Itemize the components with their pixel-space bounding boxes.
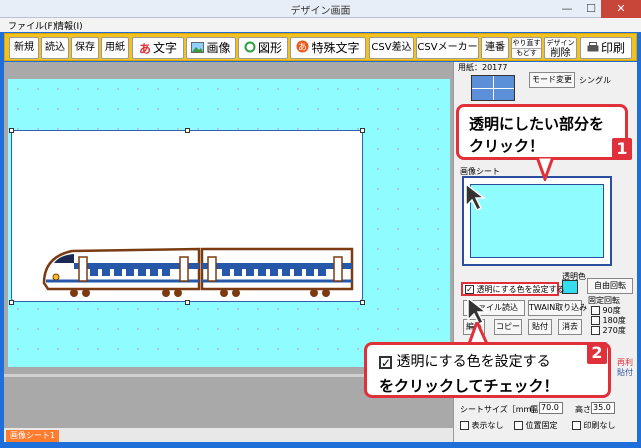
redo-label: やり直す — [512, 39, 541, 47]
maximize-button[interactable]: ☐ — [579, 0, 603, 18]
resize-handle[interactable] — [185, 300, 190, 305]
partial-button-reuse[interactable]: 再利 — [617, 358, 633, 368]
resize-handle[interactable] — [360, 300, 365, 305]
callout-1-line2: クリック！ — [469, 137, 545, 155]
resize-handle[interactable] — [9, 300, 14, 305]
save-button[interactable]: 保存 — [71, 37, 99, 59]
menu-file[interactable]: ファイル(F) — [8, 19, 56, 32]
checkmark-icon: ✓ — [379, 355, 392, 370]
pos-fixed-label: 位置固定 — [525, 421, 558, 430]
close-button[interactable]: ✕ — [601, 0, 641, 18]
step-badge-2: 2 — [587, 342, 607, 364]
status-bar — [4, 428, 453, 442]
printer-icon — [587, 39, 599, 59]
delete-design-bottom: 削除 — [550, 48, 571, 59]
shape-button-label: 図形 — [257, 41, 282, 55]
resize-handle[interactable] — [9, 128, 14, 133]
instruction-callout-1: 透明にしたい部分を クリック！ — [456, 104, 628, 160]
height-label: 高さ — [575, 405, 591, 414]
preview-sheet[interactable] — [470, 184, 604, 258]
text-button-label: 文字 — [153, 41, 178, 55]
shape-button[interactable]: 図形 — [238, 37, 288, 59]
transparent-checkbox-label: 透明にする色を設定する — [476, 285, 565, 294]
minimize-button[interactable]: — — [555, 0, 579, 18]
checkbox-check-icon: ✓ — [465, 285, 474, 294]
csv-maker-button[interactable]: CSVメーカー — [416, 37, 479, 59]
pos-fixed-checkbox[interactable]: 位置固定 — [514, 420, 558, 431]
sheet-size-label: シートサイズ［mm］ — [460, 405, 540, 414]
print-button[interactable]: 印刷 — [580, 37, 632, 59]
image-icon — [191, 39, 205, 59]
print-button-label: 印刷 — [600, 41, 625, 55]
load-button[interactable]: 読込 — [41, 37, 69, 59]
menu-bar: ファイル(F) 情報(I) — [0, 18, 641, 32]
serial-number-button[interactable]: 連番 — [481, 37, 509, 59]
callout-2-check-text: 透明にする色を設定する — [396, 354, 551, 370]
hide-label: 表示なし — [471, 421, 504, 430]
image-button[interactable]: 画像 — [186, 37, 236, 59]
image-object[interactable] — [11, 130, 363, 302]
mode-change-button[interactable]: モード変更 — [529, 72, 575, 88]
title-bar: デザイン画面 — ☐ ✕ — [0, 0, 641, 18]
layout-preview — [471, 75, 515, 101]
no-print-label: 印刷なし — [583, 421, 616, 430]
new-button[interactable]: 新規 — [9, 37, 39, 59]
csv-insert-button[interactable]: CSV差込 — [369, 37, 414, 59]
special-char-label: 特殊文字 — [311, 41, 360, 55]
paper-button[interactable]: 用紙 — [101, 37, 129, 59]
rotate-180-label: 180度 — [602, 316, 626, 325]
transparent-checkbox[interactable]: ✓ 透明にする色を設定する — [461, 282, 565, 296]
delete-design-button[interactable]: デザイン 削除 — [544, 37, 577, 59]
callout-1-pointer — [535, 157, 555, 181]
mouse-cursor-icon — [465, 182, 486, 212]
svg-text:あ: あ — [298, 42, 307, 53]
rotate-270-option[interactable]: 270度 — [591, 325, 626, 336]
width-input[interactable]: 70.0 — [539, 402, 563, 414]
free-rotate-button[interactable]: 自由回転 — [587, 278, 633, 294]
text-icon: あ — [138, 41, 151, 56]
delete-design-top: デザイン — [546, 39, 575, 47]
no-print-checkbox[interactable]: 印刷なし — [572, 420, 616, 431]
toolbar: 新規 読込 保存 用紙 あ文字 画像 図形 あ特殊文字 CSV差込 CSVメーカ… — [4, 33, 637, 61]
width-label: 幅 — [530, 405, 538, 414]
menu-info[interactable]: 情報(I) — [55, 19, 83, 32]
instruction-callout-2: ✓ 透明にする色を設定する をクリックしてチェック！ — [364, 342, 611, 398]
circle-shape-icon — [244, 39, 256, 59]
hide-checkbox[interactable]: 表示なし — [460, 420, 504, 431]
callout-1-line1: 透明にしたい部分を — [469, 115, 605, 133]
image-button-label: 画像 — [206, 41, 231, 55]
undo-label: もどす — [512, 48, 541, 58]
shinkansen-train-image — [42, 247, 354, 297]
special-char-button[interactable]: あ特殊文字 — [290, 37, 366, 59]
special-char-icon: あ — [296, 39, 309, 59]
redo-undo-button[interactable]: やり直す もどす — [511, 37, 542, 59]
rotate-90-label: 90度 — [602, 306, 621, 315]
delete-button[interactable]: 消去 — [558, 319, 582, 335]
partial-button-paste[interactable]: 貼付 — [617, 368, 633, 378]
mode-value: シングル — [579, 76, 611, 85]
twain-button[interactable]: TWAIN取り込み — [528, 300, 587, 316]
resize-handle[interactable] — [185, 128, 190, 133]
sheet-tab[interactable]: 画像シート1 — [6, 430, 60, 442]
paste-button[interactable]: 貼付 — [528, 319, 552, 335]
copy-button[interactable]: コピー — [494, 319, 522, 335]
window-title: デザイン画面 — [290, 6, 351, 17]
callout-2-line1: ✓ 透明にする色を設定する — [379, 351, 551, 371]
rotate-270-label: 270度 — [602, 326, 626, 335]
text-button[interactable]: あ文字 — [132, 37, 184, 59]
height-input[interactable]: 35.0 — [591, 402, 615, 414]
step-badge-1: 1 — [612, 138, 632, 160]
callout-2-line2: をクリックしてチェック！ — [379, 377, 559, 395]
resize-handle[interactable] — [360, 128, 365, 133]
paper-info: 用紙：20177 — [458, 63, 508, 72]
